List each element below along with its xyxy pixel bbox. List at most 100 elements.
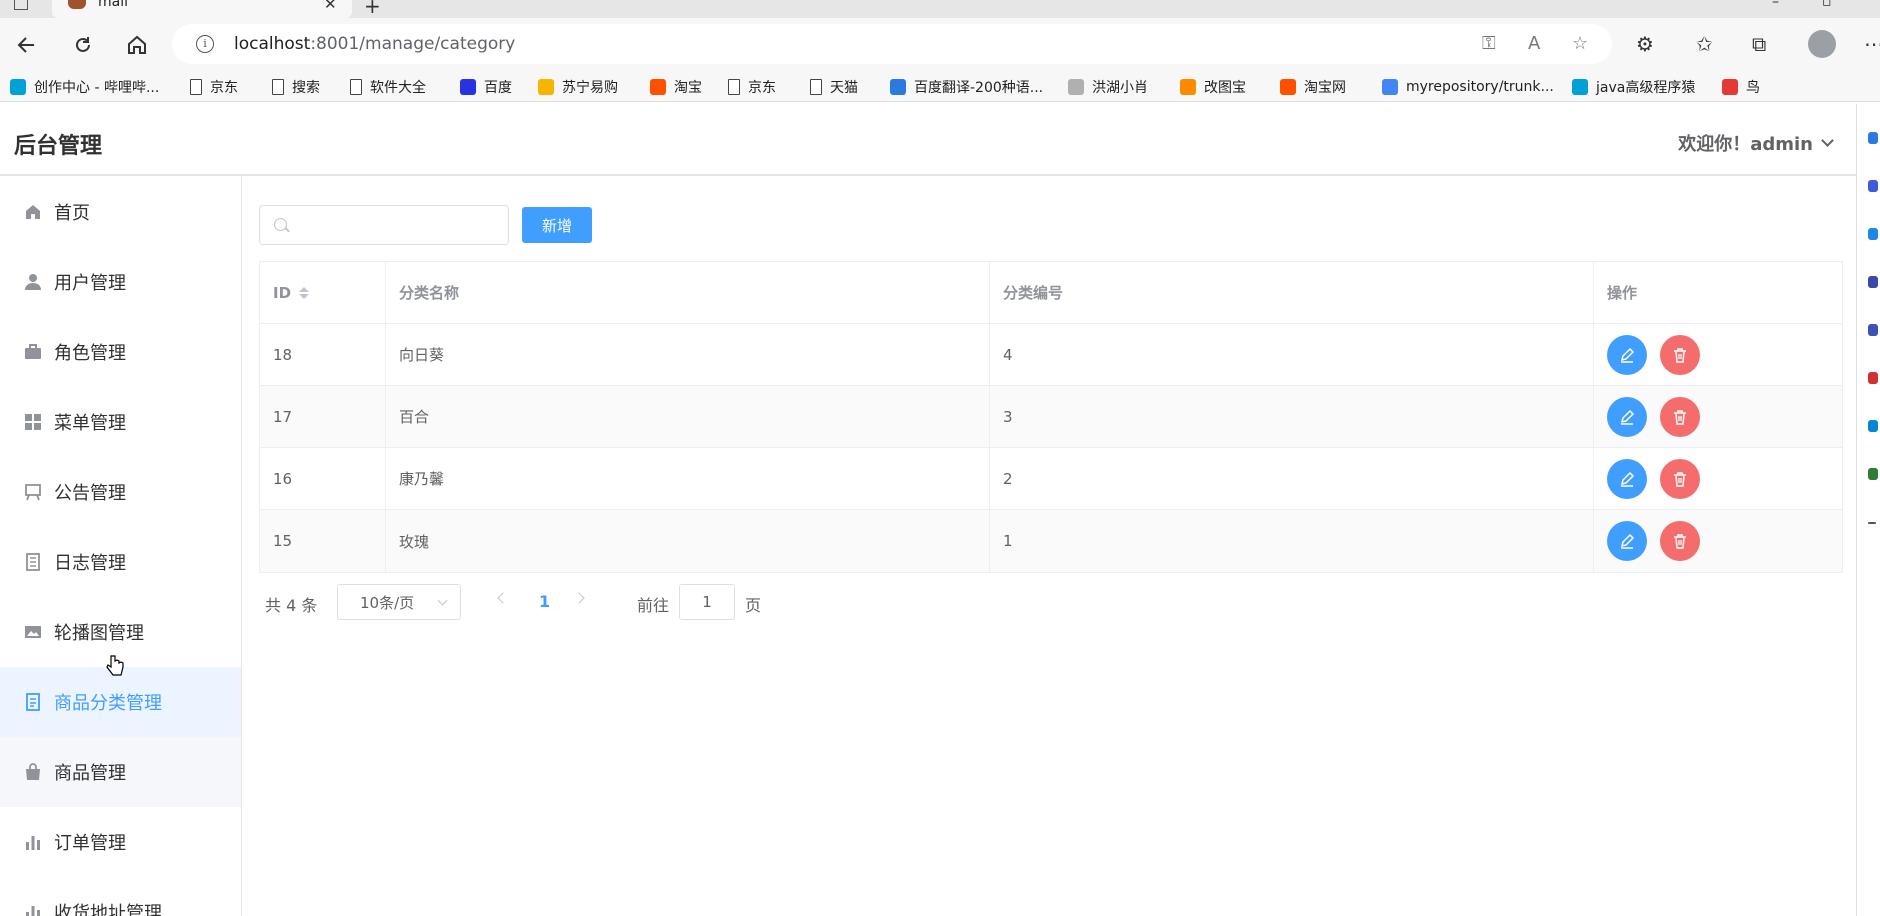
profile-avatar[interactable] bbox=[1808, 30, 1836, 58]
document-icon bbox=[24, 693, 42, 711]
favicon-icon bbox=[1068, 79, 1084, 95]
favicon-icon bbox=[1180, 79, 1196, 95]
sidebar-item-2[interactable]: 用户管理 bbox=[0, 247, 241, 317]
url-field[interactable]: i localhost:8001/manage/category ⚿ A ☆ bbox=[172, 24, 1612, 64]
edit-icon bbox=[1619, 533, 1635, 549]
favorites-icon[interactable]: ✩ bbox=[1696, 32, 1713, 56]
edge-outlook-icon[interactable] bbox=[1868, 420, 1878, 432]
table-header-row: ID 分类名称 分类编号 操作 bbox=[260, 262, 1842, 324]
bookmark-item[interactable]: 苏宁易购 bbox=[538, 76, 618, 98]
edge-shopping-icon[interactable] bbox=[1868, 228, 1878, 240]
favicon-icon bbox=[890, 79, 906, 95]
edge-add-icon[interactable] bbox=[1868, 522, 1876, 524]
new-tab-icon[interactable]: + bbox=[364, 0, 381, 18]
edit-button[interactable] bbox=[1607, 334, 1647, 375]
cell-name: 百合 bbox=[386, 386, 990, 447]
bookmark-item[interactable]: myrepository/trunk... bbox=[1382, 76, 1554, 98]
edit-button[interactable] bbox=[1607, 458, 1647, 499]
page-number-current[interactable]: 1 bbox=[539, 592, 550, 611]
bookmark-item[interactable]: 软件大全 bbox=[350, 76, 426, 98]
key-icon[interactable]: ⚿ bbox=[1482, 33, 1496, 54]
tab-actions-icon[interactable] bbox=[14, 0, 28, 10]
bookmark-item[interactable]: 鸟 bbox=[1722, 76, 1760, 98]
category-table: ID 分类名称 分类编号 操作 18 向日葵 4 17 百合 3 16 康乃馨 2 15 玫瑰 1 bbox=[259, 261, 1843, 573]
sidebar-item-4[interactable]: 菜单管理 bbox=[0, 387, 241, 457]
more-icon[interactable]: ⋯ bbox=[1864, 32, 1880, 56]
page-suffix: 页 bbox=[745, 596, 762, 615]
bookmark-item[interactable]: 天猫 bbox=[810, 76, 858, 98]
delete-button[interactable] bbox=[1660, 458, 1700, 499]
edge-tools-icon[interactable] bbox=[1868, 180, 1878, 192]
column-header-id[interactable]: ID bbox=[260, 262, 386, 323]
bookmark-item[interactable]: 洪湖小肖 bbox=[1068, 76, 1148, 98]
minimize-icon[interactable]: – bbox=[1772, 0, 1779, 10]
app-title: 后台管理 bbox=[14, 134, 103, 159]
bookmark-item[interactable]: 改图宝 bbox=[1180, 76, 1246, 98]
page-size-select[interactable]: 10条/页 bbox=[337, 584, 461, 620]
add-button[interactable]: 新增 bbox=[522, 207, 592, 243]
delete-button[interactable] bbox=[1660, 396, 1700, 437]
edge-search-icon[interactable] bbox=[1868, 132, 1878, 144]
table-row: 15 玫瑰 1 bbox=[260, 510, 1842, 572]
restore-icon[interactable]: ▫ bbox=[1822, 0, 1832, 10]
delete-button[interactable] bbox=[1660, 521, 1700, 561]
app-header: 后台管理 欢迎你！admin bbox=[0, 104, 1856, 176]
collections-icon[interactable]: ⧉ bbox=[1752, 32, 1766, 56]
edit-button[interactable] bbox=[1607, 521, 1647, 561]
edge-app-icon[interactable] bbox=[1868, 468, 1878, 480]
user-menu[interactable]: 欢迎你！admin bbox=[1678, 130, 1834, 156]
home-icon[interactable] bbox=[122, 30, 152, 60]
bookmark-label: 鸟 bbox=[1746, 80, 1760, 96]
prev-page-icon[interactable] bbox=[497, 592, 509, 604]
sort-icon[interactable] bbox=[299, 286, 310, 299]
site-info-icon[interactable]: i bbox=[196, 35, 214, 53]
bookmark-item[interactable]: 百度翻译-200种语... bbox=[890, 76, 1043, 98]
sidebar-item-label: 商品分类管理 bbox=[54, 693, 162, 714]
sidebar-item-5[interactable]: 公告管理 bbox=[0, 457, 241, 527]
page-icon bbox=[728, 79, 740, 95]
bookmark-item[interactable]: 京东 bbox=[728, 76, 776, 98]
delete-button[interactable] bbox=[1660, 334, 1700, 375]
bookmark-label: 创作中心 - 哔哩哔... bbox=[34, 80, 160, 96]
sidebar-item-6[interactable]: 日志管理 bbox=[0, 527, 241, 597]
cell-actions bbox=[1594, 510, 1842, 572]
bookmark-item[interactable]: java高级程序猿 bbox=[1572, 76, 1695, 98]
goto-page-input[interactable] bbox=[679, 584, 735, 620]
bookmark-item[interactable]: 百度 bbox=[460, 76, 512, 98]
bar-chart-icon bbox=[24, 903, 42, 916]
search-icon bbox=[274, 218, 287, 231]
search-input[interactable] bbox=[259, 205, 509, 245]
bookmark-item[interactable]: 搜索 bbox=[272, 76, 320, 98]
bookmark-item[interactable]: 京东 bbox=[190, 76, 238, 98]
cell-name: 向日葵 bbox=[386, 324, 990, 385]
add-favorite-icon[interactable]: ☆ bbox=[1572, 33, 1588, 54]
page-icon bbox=[190, 79, 202, 95]
column-header-name: 分类名称 bbox=[386, 262, 990, 323]
sidebar-item-10[interactable]: 订单管理 bbox=[0, 807, 241, 877]
next-page-icon[interactable] bbox=[573, 592, 585, 604]
read-aloud-icon[interactable]: A bbox=[1528, 33, 1540, 54]
bookmark-item[interactable]: 创作中心 - 哔哩哔... bbox=[10, 76, 159, 98]
bookmark-label: 淘宝网 bbox=[1304, 80, 1346, 96]
edge-office-icon[interactable] bbox=[1868, 372, 1878, 384]
edge-user-icon[interactable] bbox=[1868, 324, 1878, 336]
sidebar-item-1[interactable]: 首页 bbox=[0, 177, 241, 247]
sidebar-item-label: 日志管理 bbox=[54, 553, 126, 574]
sidebar-item-label: 订单管理 bbox=[54, 833, 126, 854]
back-icon[interactable] bbox=[12, 30, 42, 60]
browser-tab[interactable]: mall ✕ bbox=[52, 0, 352, 18]
sidebar-item-11[interactable]: 收货地址管理 bbox=[0, 877, 241, 916]
reload-icon[interactable] bbox=[68, 30, 98, 60]
bookmark-item[interactable]: 淘宝网 bbox=[1280, 76, 1346, 98]
sidebar-item-label: 商品管理 bbox=[54, 763, 126, 784]
bookmark-item[interactable]: 淘宝 bbox=[650, 76, 702, 98]
sidebar-item-label: 角色管理 bbox=[54, 343, 126, 364]
trash-icon bbox=[1672, 533, 1688, 549]
edit-button[interactable] bbox=[1607, 396, 1647, 437]
goto-label: 前往 bbox=[637, 596, 670, 615]
edge-games-icon[interactable] bbox=[1868, 276, 1878, 288]
close-tab-icon[interactable]: ✕ bbox=[324, 0, 337, 13]
sidebar-item-9[interactable]: 商品管理 bbox=[0, 737, 241, 807]
sidebar-item-3[interactable]: 角色管理 bbox=[0, 317, 241, 387]
extensions-icon[interactable]: ⚙ bbox=[1636, 32, 1654, 56]
